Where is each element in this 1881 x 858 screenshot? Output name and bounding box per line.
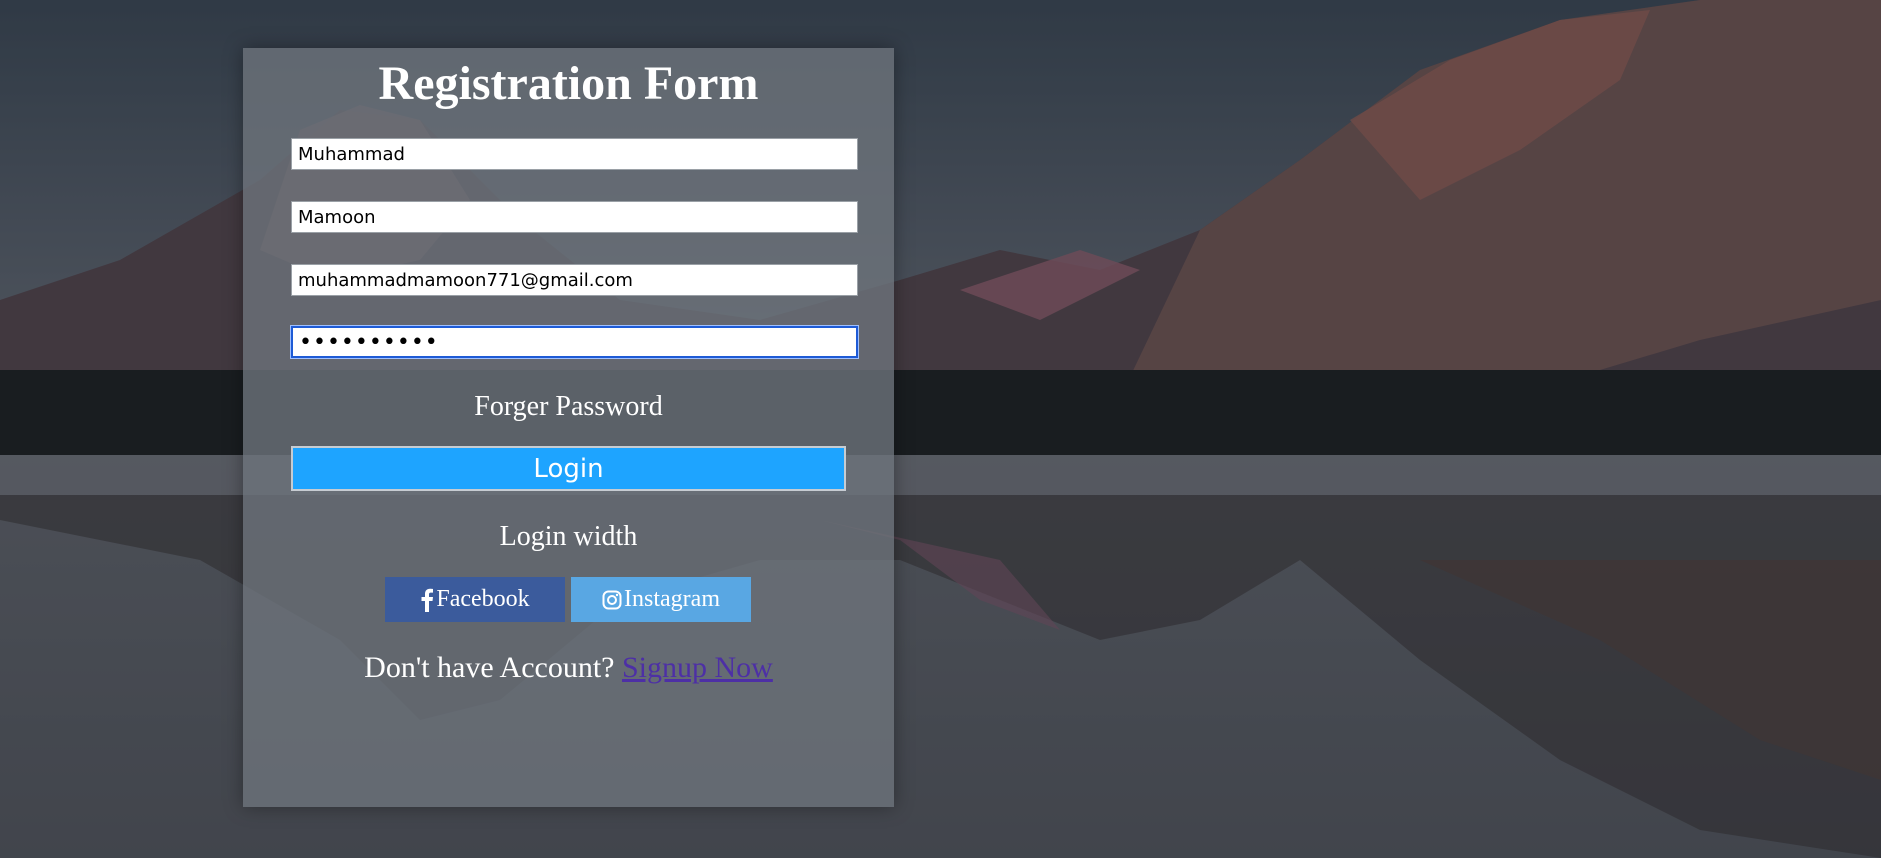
registration-card: Registration Form Forger Password Login … xyxy=(243,48,894,807)
instagram-icon xyxy=(602,590,622,610)
password-field[interactable] xyxy=(291,326,858,358)
facebook-button[interactable]: Facebook xyxy=(385,577,565,622)
instagram-button-label: Instagram xyxy=(624,586,720,612)
signup-prompt: Don't have Account? Signup Now xyxy=(243,648,894,688)
last-name-field[interactable] xyxy=(291,201,858,233)
no-account-text: Don't have Account? xyxy=(364,651,615,684)
facebook-icon xyxy=(420,588,434,612)
signup-link[interactable]: Signup Now xyxy=(622,651,773,684)
instagram-button[interactable]: Instagram xyxy=(571,577,751,622)
login-button[interactable]: Login xyxy=(291,446,846,491)
email-field[interactable] xyxy=(291,264,858,296)
forgot-password-link[interactable]: Forger Password xyxy=(243,390,894,424)
form-title: Registration Form xyxy=(378,57,759,110)
facebook-button-label: Facebook xyxy=(436,586,530,612)
login-with-label: Login width xyxy=(499,521,638,552)
first-name-field[interactable] xyxy=(291,138,858,170)
